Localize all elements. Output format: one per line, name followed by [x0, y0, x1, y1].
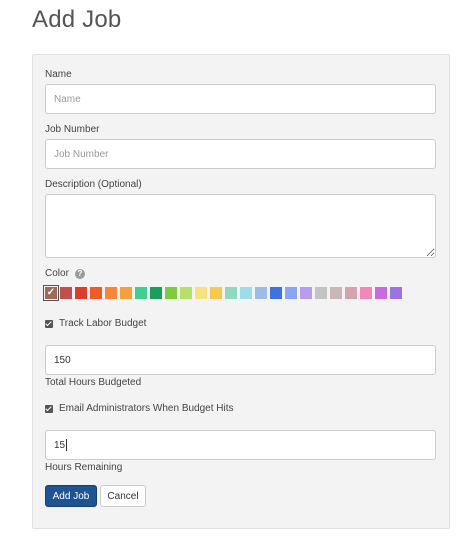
color-swatch[interactable]: [360, 287, 372, 299]
color-swatch[interactable]: [375, 287, 387, 299]
color-swatch[interactable]: [300, 287, 312, 299]
color-swatch[interactable]: [225, 287, 237, 299]
color-swatch[interactable]: [330, 287, 342, 299]
color-swatch[interactable]: [270, 287, 282, 299]
color-swatch[interactable]: [240, 287, 252, 299]
color-swatch-list: ✓: [43, 285, 402, 301]
text-caret: [66, 439, 68, 451]
email-admins-checkbox[interactable]: [45, 404, 53, 413]
email-admins-row[interactable]: Email Administrators When Budget Hits: [45, 403, 234, 414]
color-swatch[interactable]: [195, 287, 207, 299]
color-swatch[interactable]: [105, 287, 117, 299]
check-icon: ✓: [46, 287, 56, 298]
total-hours-caption: Total Hours Budgeted: [45, 377, 142, 388]
cancel-button[interactable]: Cancel: [100, 485, 146, 507]
color-swatch[interactable]: [75, 287, 87, 299]
email-admins-label: Email Administrators When Budget Hits: [59, 403, 234, 414]
color-swatch[interactable]: [285, 287, 297, 299]
color-swatch[interactable]: [255, 287, 267, 299]
color-label: Color?: [45, 268, 85, 279]
color-swatch[interactable]: [60, 287, 72, 299]
page-title: Add Job: [32, 6, 122, 33]
job-number-label: Job Number: [45, 124, 100, 135]
add-job-button[interactable]: Add Job: [45, 485, 97, 507]
description-label: Description (Optional): [45, 179, 142, 190]
name-input[interactable]: [45, 84, 436, 114]
color-swatch[interactable]: [390, 287, 402, 299]
job-number-input[interactable]: [45, 139, 436, 169]
color-swatch[interactable]: ✓: [43, 285, 59, 301]
color-swatch[interactable]: [345, 287, 357, 299]
description-textarea[interactable]: [45, 194, 436, 258]
total-hours-input[interactable]: [45, 345, 436, 375]
color-swatch[interactable]: [135, 287, 147, 299]
add-job-form: Name Job Number Description (Optional) C…: [32, 54, 450, 529]
help-icon[interactable]: ?: [74, 269, 85, 279]
color-swatch[interactable]: [180, 287, 192, 299]
hours-remaining-input[interactable]: 15: [45, 430, 436, 460]
color-label-text: Color: [45, 268, 69, 279]
color-swatch[interactable]: [90, 287, 102, 299]
hours-remaining-value: 15: [54, 439, 66, 451]
track-labor-label: Track Labor Budget: [59, 318, 147, 329]
color-swatch[interactable]: [165, 287, 177, 299]
color-swatch[interactable]: [120, 287, 132, 299]
track-labor-row[interactable]: Track Labor Budget: [45, 318, 146, 329]
color-swatch[interactable]: [315, 287, 327, 299]
color-swatch[interactable]: [150, 287, 162, 299]
track-labor-checkbox[interactable]: [45, 319, 53, 328]
hours-remaining-caption: Hours Remaining: [45, 462, 123, 473]
name-label: Name: [45, 69, 72, 80]
color-swatch[interactable]: [210, 287, 222, 299]
